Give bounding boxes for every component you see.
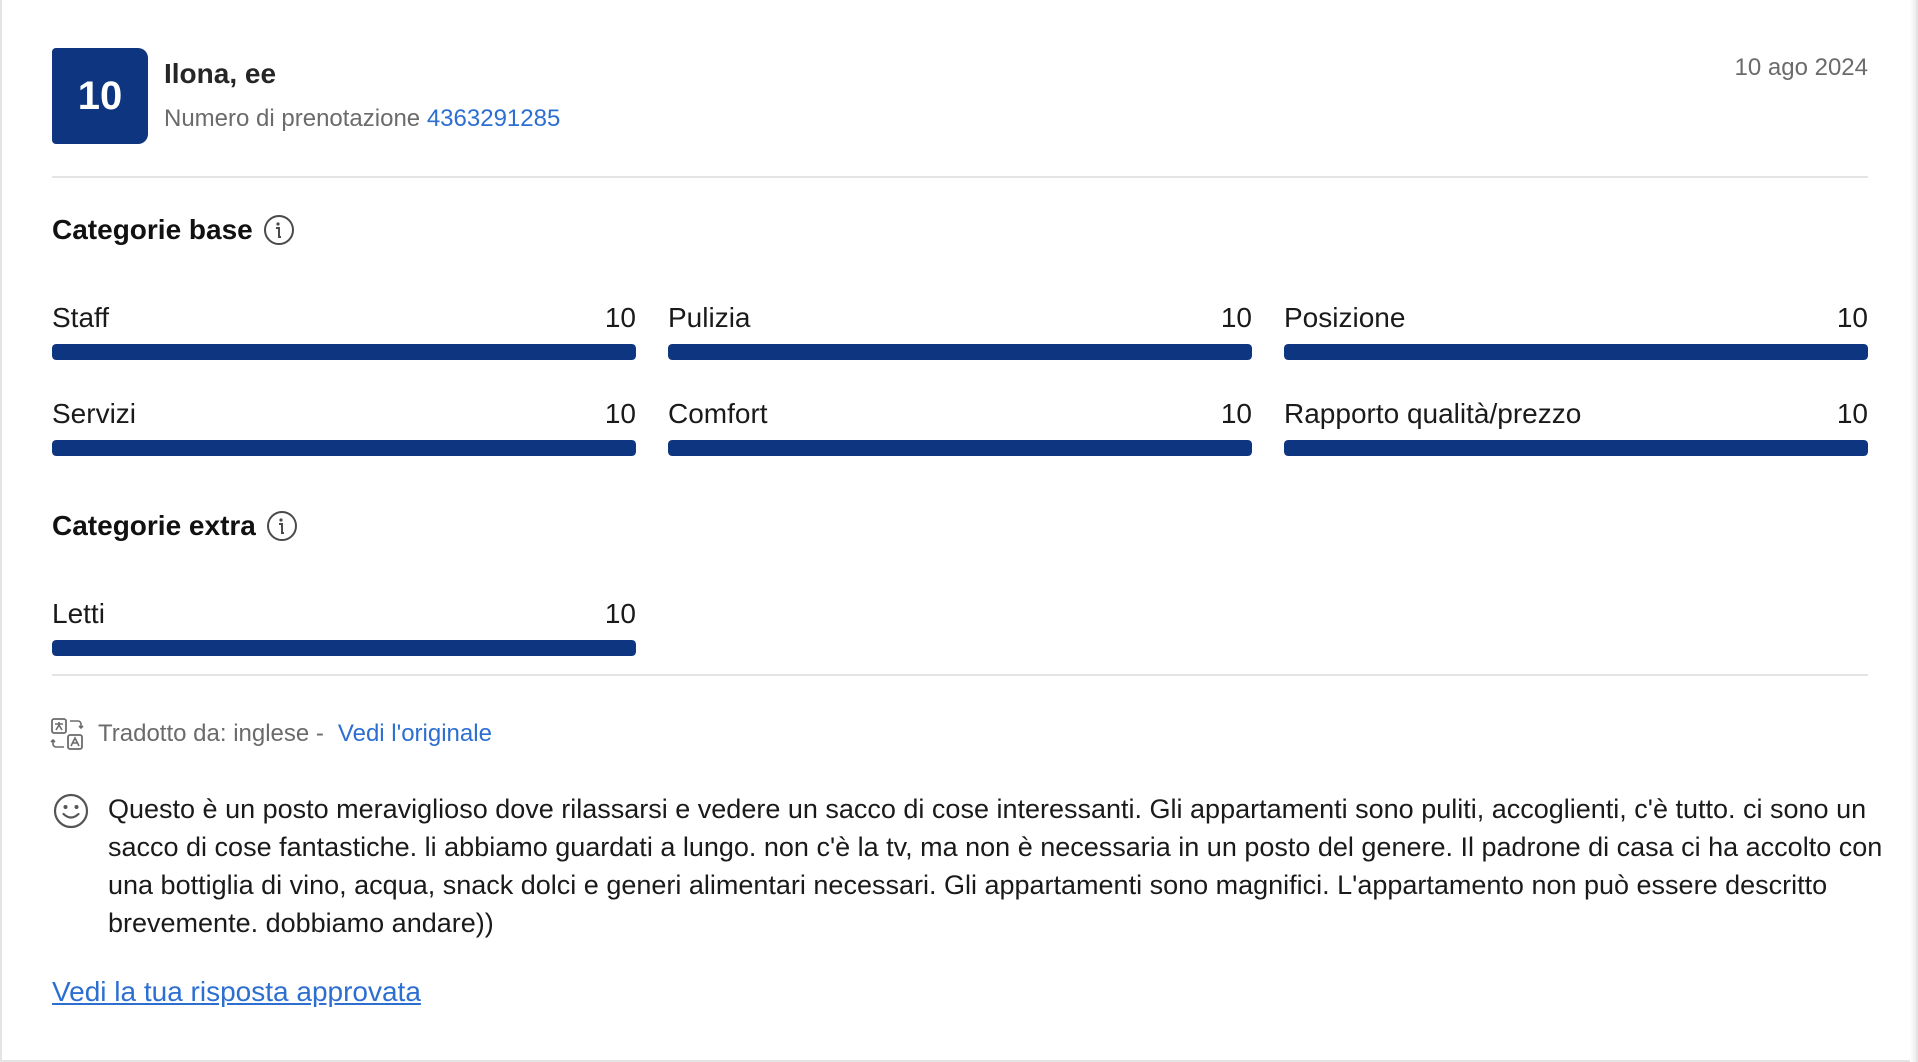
guest-name: Ilona, ee	[164, 58, 277, 89]
metric-bar	[1284, 440, 1868, 456]
review-date: 10 ago 2024	[1734, 54, 1868, 81]
base-categories-title-text: Categorie base	[52, 214, 253, 245]
metric-bar-fill	[52, 640, 636, 656]
metric-staff: Staff 10	[52, 302, 636, 360]
metric-bar-fill	[1284, 440, 1868, 456]
metric-bar	[1284, 344, 1868, 360]
metric-label: Posizione	[1284, 302, 1406, 333]
metric-label: Staff	[52, 302, 110, 333]
metric-comfort: Comfort 10	[668, 398, 1252, 456]
extra-categories-title-text: Categorie extra	[52, 510, 256, 541]
metric-label: Rapporto qualità/prezzo	[1284, 398, 1582, 429]
review-score-badge: 10	[52, 48, 148, 144]
metric-letti: Letti 10	[52, 598, 636, 656]
scroll-edge	[1910, 0, 1916, 1062]
metric-score: 10	[604, 598, 636, 629]
metric-pulizia: Pulizia 10	[668, 302, 1252, 360]
divider	[52, 674, 1868, 676]
approved-response-link[interactable]: Vedi la tua risposta approvata	[52, 976, 421, 1008]
metric-bar	[668, 344, 1252, 360]
metric-label: Servizi	[52, 398, 137, 429]
metric-score: 10	[1220, 398, 1252, 429]
metric-score: 10	[1836, 302, 1868, 333]
booking-number-link[interactable]: 4363291285	[427, 105, 560, 132]
review-header: 10 Ilona, ee Numero di prenotazione 4363…	[52, 48, 1868, 144]
metric-score: 10	[1220, 302, 1252, 333]
metric-score: 10	[604, 398, 636, 429]
translation-label: Tradotto da: inglese -	[98, 720, 324, 747]
metric-bar-fill	[1284, 344, 1868, 360]
metric-label: Letti	[52, 598, 105, 629]
metric-bar	[668, 440, 1252, 456]
metric-score: 10	[1836, 398, 1868, 429]
view-original-link[interactable]: Vedi l'originale	[338, 720, 492, 748]
metric-rapporto-qualit-prezzo: Rapporto qualità/prezzo 10	[1284, 398, 1868, 456]
extra-categories-title: Categorie extra	[52, 510, 298, 542]
metric-bar-fill	[668, 344, 1252, 360]
metric-servizi: Servizi 10	[52, 398, 636, 456]
info-icon[interactable]	[266, 510, 298, 542]
metric-score: 10	[604, 302, 636, 333]
metric-bar-fill	[52, 440, 636, 456]
booking-label: Numero di prenotazione	[164, 105, 421, 132]
metric-bar	[52, 344, 636, 360]
metric-bar-fill	[668, 440, 1252, 456]
metric-posizione: Posizione 10	[1284, 302, 1868, 360]
metric-label: Pulizia	[668, 302, 751, 333]
metric-bar-fill	[52, 344, 636, 360]
booking-line: Numero di prenotazione 4363291285	[164, 105, 560, 133]
translate-icon	[50, 718, 84, 750]
translation-notice: Tradotto da: inglese - Vedi l'originale	[50, 716, 492, 752]
info-icon[interactable]	[263, 214, 295, 246]
metric-bar	[52, 440, 636, 456]
metric-bar	[52, 640, 636, 656]
review-card: 10 Ilona, ee Numero di prenotazione 4363…	[0, 0, 1918, 1062]
divider	[52, 176, 1868, 178]
base-categories-title: Categorie base	[52, 214, 295, 246]
comment-text: Questo è un posto meraviglioso dove rila…	[108, 794, 1883, 938]
metric-label: Comfort	[668, 398, 768, 429]
smile-icon	[53, 793, 89, 829]
